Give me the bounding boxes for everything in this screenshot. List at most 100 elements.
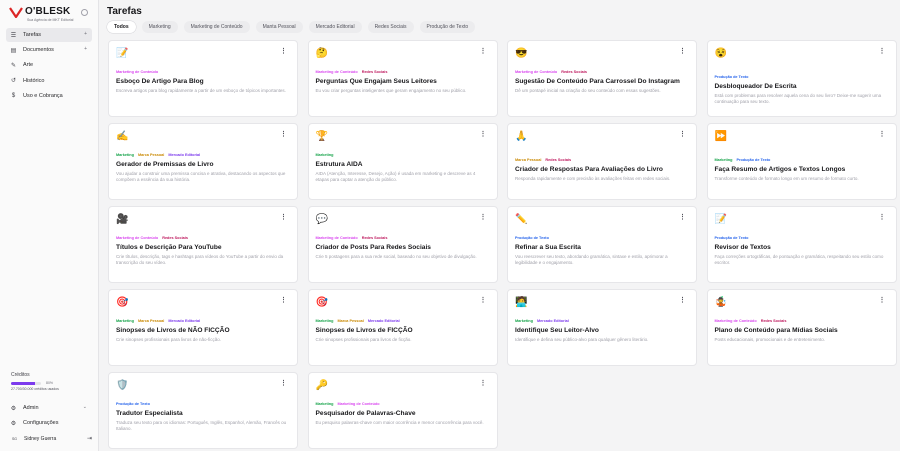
- task-title: Estrutura AIDA: [315, 161, 363, 168]
- task-title: Criador de Posts Para Redes Sociais: [315, 244, 431, 251]
- more-options-icon[interactable]: ⋮: [480, 214, 487, 221]
- task-description: Vou ajudar a construir uma premissa conc…: [116, 171, 286, 183]
- category-tag: Redes Sociais: [162, 236, 188, 240]
- tag-list: Marca Pessoal Redes Sociais: [515, 158, 689, 162]
- sidebar-item-documentos[interactable]: ▤ Documentos +: [6, 43, 92, 57]
- more-options-icon[interactable]: ⋮: [280, 297, 287, 304]
- collapse-sidebar-icon[interactable]: [81, 9, 88, 16]
- sidebar-item-tarefas[interactable]: ☰ Tarefas +: [6, 28, 92, 42]
- category-tag: Marca Pessoal: [515, 158, 542, 162]
- more-options-icon[interactable]: ⋮: [879, 297, 886, 304]
- task-title: Esboço De Artigo Para Blog: [116, 78, 204, 85]
- more-options-icon[interactable]: ⋮: [480, 48, 487, 55]
- tab-todos[interactable]: Todos: [107, 21, 136, 33]
- category-tag: Redes Sociais: [760, 319, 787, 323]
- sidebar-item-label: Uso e Cobrança: [23, 92, 63, 99]
- task-card[interactable]: 🤔 ⋮ Marketing de Conteúdo Redes Sociais Perg…: [307, 40, 498, 117]
- task-card[interactable]: 🎥 ⋮ Marketing de Conteúdo Redes Sociais Títu…: [108, 206, 298, 283]
- task-description: Traduza seu texto para os idiomas: Portu…: [116, 420, 287, 432]
- task-card[interactable]: 🤹 ⋮ Marketing de Conteúdo Redes Sociais Plan…: [706, 289, 897, 366]
- sidebar-item-admin[interactable]: ⚙ Admin ⌄: [6, 401, 92, 415]
- task-card[interactable]: 🏆 ⋮ Marketing Estrutura AIDA AIDA (Atenção, …: [307, 123, 498, 200]
- credits-detail: 27.700/30.000 créditos usados: [11, 387, 59, 391]
- more-options-icon[interactable]: ⋮: [480, 297, 487, 304]
- more-options-icon[interactable]: ⋮: [280, 131, 287, 138]
- more-options-icon[interactable]: ⋮: [280, 380, 287, 387]
- task-title: Desbloqueador De Escrita: [714, 83, 797, 90]
- more-options-icon[interactable]: ⋮: [879, 131, 886, 138]
- expand-icon[interactable]: +: [84, 31, 87, 37]
- category-tag: Redes Sociais: [361, 236, 388, 240]
- more-options-icon[interactable]: ⋮: [480, 131, 487, 138]
- tab-manta-pessoal[interactable]: Manta Pessoal: [255, 21, 303, 33]
- task-description: Responda rapidamente e com precisão às a…: [515, 176, 671, 181]
- sidebar-item-label: Tarefas: [23, 32, 42, 38]
- task-card[interactable]: 🎯 ⋮ Marketing Marca Pessoal Mercado Editoria…: [108, 289, 298, 366]
- sidebar-item-historico[interactable]: ↺ Histórico: [6, 74, 92, 88]
- category-tag: Produção de Texto: [116, 402, 150, 406]
- brand-logo[interactable]: O'BLESK Sua Agência de MKT Editorial: [9, 6, 89, 24]
- task-emoji-icon: 💬: [315, 214, 328, 225]
- more-options-icon[interactable]: ⋮: [679, 214, 686, 221]
- more-options-icon[interactable]: ⋮: [480, 380, 487, 387]
- more-options-icon[interactable]: ⋮: [679, 131, 686, 138]
- category-tag: Produção de Texto: [515, 236, 549, 240]
- task-description: Vou reescrever seu texto, abordando gram…: [515, 254, 668, 266]
- tag-list: Marketing de Conteúdo Redes Sociais: [316, 236, 490, 240]
- user-profile[interactable]: SG Sidney Guerra ⇥: [10, 434, 94, 444]
- more-options-icon[interactable]: ⋮: [679, 48, 686, 55]
- task-title: Perguntas Que Engajam Seus Leitores: [315, 78, 437, 85]
- expand-icon[interactable]: +: [84, 46, 87, 52]
- task-description: AIDA (Atenção, Interesse, Desejo, Ação) …: [315, 171, 476, 183]
- task-emoji-icon: 🎯: [116, 297, 129, 308]
- tab-marketing[interactable]: Marketing: [141, 21, 178, 33]
- tag-list: Marketing de Conteúdo Redes Sociais: [116, 236, 290, 240]
- category-tag: Marketing: [116, 319, 134, 323]
- task-card[interactable]: ⏩ ⋮ Marketing Produção de Texto Faça Resumo …: [706, 123, 897, 200]
- more-options-icon[interactable]: ⋮: [280, 48, 287, 55]
- document-icon: ▤: [10, 47, 17, 54]
- sidebar-item-uso-cobranca[interactable]: $ Uso e Cobrança: [6, 89, 92, 103]
- tag-list: Produção de Texto: [715, 236, 889, 240]
- category-tag: Marketing de Conteúdo: [337, 402, 380, 406]
- category-tag: Redes Sociais: [561, 70, 587, 74]
- task-card[interactable]: 📝 ⋮ Marketing de Conteúdo Esboço De Artigo …: [108, 40, 298, 117]
- task-title: Tradutor Especialista: [116, 410, 183, 417]
- logout-icon[interactable]: ⇥: [87, 435, 92, 442]
- task-card[interactable]: 🧑‍💻 ⋮ Marketing Mercado Editorial Identifiqu…: [507, 289, 697, 366]
- category-tag: Marketing: [116, 153, 134, 157]
- sidebar-item-configuracoes[interactable]: ⚙ Configurações: [6, 416, 92, 430]
- task-card[interactable]: 🎯 ⋮ Marketing Marca Pessoal Mercado Editoria…: [307, 289, 498, 366]
- sidebar: O'BLESK Sua Agência de MKT Editorial ☰ T…: [0, 0, 99, 451]
- task-card[interactable]: 🙏 ⋮ Marca Pessoal Redes Sociais Criador de R…: [507, 123, 697, 200]
- task-title: Sinopses de Livros de NÃO FICÇÃO: [116, 327, 230, 334]
- task-card[interactable]: 😵 ⋮ Produção de Texto Desbloqueador De Escr…: [706, 40, 897, 117]
- task-card[interactable]: 🛡️ ⋮ Produção de Texto Tradutor Especialist…: [108, 372, 298, 449]
- more-options-icon[interactable]: ⋮: [280, 214, 287, 221]
- task-card[interactable]: ✍️ ⋮ Marketing Marca Pessoal Mercado Editori…: [108, 123, 298, 200]
- credits-percent: 80%: [46, 381, 54, 385]
- task-card[interactable]: 📝 ⋮ Produção de Texto Revisor de Textos Faça…: [706, 206, 897, 283]
- tab-mercado-editorial[interactable]: Mercado Editorial: [308, 21, 362, 33]
- task-grid: 📝 ⋮ Marketing de Conteúdo Esboço De Artigo …: [108, 40, 897, 449]
- task-emoji-icon: ✍️: [116, 131, 129, 142]
- tab-marketing-de-conteudo[interactable]: Marketing de Conteúdo: [183, 21, 250, 33]
- sidebar-item-arte[interactable]: ✎ Arte: [6, 58, 92, 72]
- tag-list: Marketing Marca Pessoal Mercado Editorial: [116, 319, 290, 323]
- task-description: Escreva artigos para blog rapidamente a …: [116, 88, 286, 93]
- task-card[interactable]: 💬 ⋮ Marketing de Conteúdo Redes Sociais Cria…: [307, 206, 498, 283]
- chevron-down-icon[interactable]: ⌄: [83, 404, 87, 410]
- task-card[interactable]: 🔑 ⋮ Marketing Marketing de Conteúdo Pesquisa…: [307, 372, 498, 449]
- more-options-icon[interactable]: ⋮: [879, 48, 886, 55]
- task-emoji-icon: 🤹: [714, 297, 727, 308]
- task-description: Crie sinopses profissionais para livros …: [116, 337, 222, 342]
- more-options-icon[interactable]: ⋮: [679, 297, 686, 304]
- task-card[interactable]: ✏️ ⋮ Produção de Texto Refinar a Sua Escrit…: [507, 206, 697, 283]
- task-emoji-icon: 😎: [515, 48, 528, 59]
- task-title: Pesquisador de Palavras-Chave: [315, 410, 416, 417]
- tab-redes-sociais[interactable]: Redes Sociais: [367, 21, 414, 33]
- task-card[interactable]: 😎 ⋮ Marketing de Conteúdo Redes Sociais Suge…: [507, 40, 697, 117]
- more-options-icon[interactable]: ⋮: [879, 214, 886, 221]
- tab-producao-de-texto[interactable]: Produção de Texto: [419, 21, 476, 33]
- tag-list: Marketing Marketing de Conteúdo: [316, 402, 490, 406]
